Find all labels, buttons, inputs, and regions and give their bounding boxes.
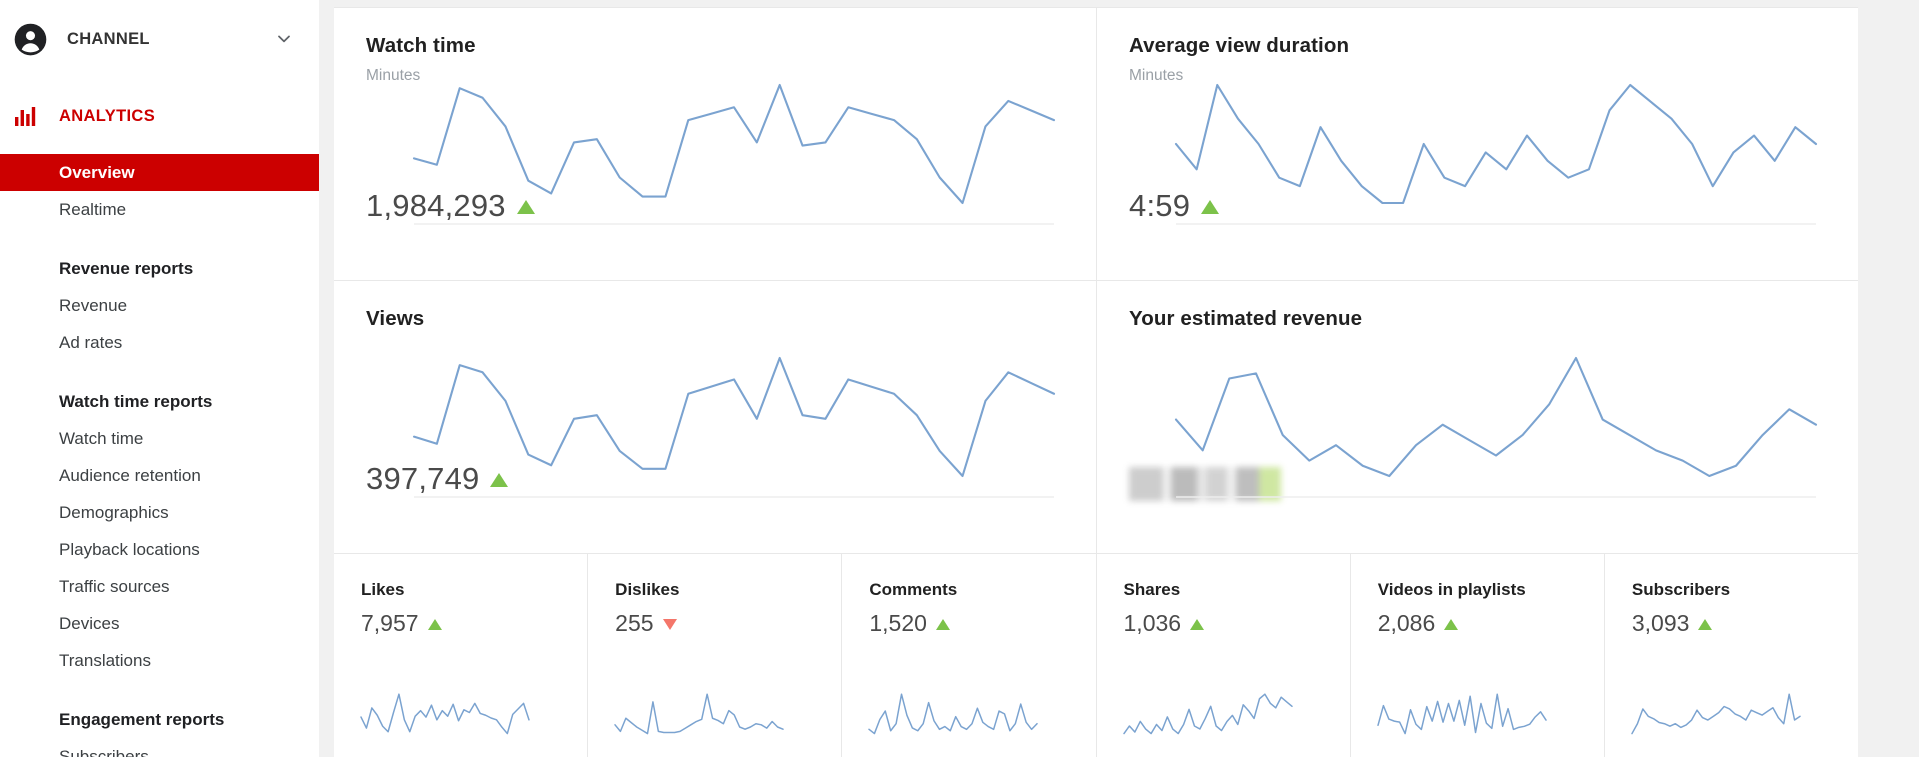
card-title: Shares bbox=[1123, 580, 1181, 599]
card-average-view-duration[interactable]: Average view duration Minutes 4:59 bbox=[1096, 8, 1858, 280]
card-shares[interactable]: Shares 1,036 bbox=[1095, 554, 1350, 757]
channel-selector[interactable]: CHANNEL bbox=[0, 0, 319, 78]
sidebar-item-playback-locations[interactable]: Playback locations bbox=[0, 531, 319, 568]
card-subscribers[interactable]: Subscribers 3,093 bbox=[1603, 554, 1858, 757]
nav-separator bbox=[0, 679, 319, 701]
card-title: Subscribers bbox=[1631, 580, 1731, 599]
card-estimated-revenue[interactable]: Your estimated revenue bbox=[1096, 281, 1858, 553]
sidebar-item-audience-retention[interactable]: Audience retention bbox=[0, 457, 319, 494]
bar-chart-icon bbox=[14, 103, 40, 129]
trend-up-icon bbox=[935, 618, 950, 630]
card-videos-in-playlists[interactable]: Videos in playlists 2,086 bbox=[1349, 554, 1604, 757]
card-value: 255 bbox=[615, 610, 654, 636]
card-dislikes[interactable]: Dislikes 255 bbox=[587, 554, 841, 757]
card-views[interactable]: Views 397,749 bbox=[334, 281, 1096, 553]
sidebar-item-demographics[interactable]: Demographics bbox=[0, 494, 319, 531]
card-title: Your estimated revenue bbox=[1129, 307, 1363, 330]
sparkline-shares bbox=[1124, 691, 1292, 739]
trend-up-icon bbox=[1444, 618, 1459, 630]
card-value: 1,036 bbox=[1123, 610, 1182, 636]
sidebar-item-watch-time-reports[interactable]: Watch time reports bbox=[0, 383, 319, 420]
card-title: Dislikes bbox=[615, 580, 680, 599]
sidebar-item-overview[interactable]: Overview bbox=[0, 154, 319, 191]
sparkline-estimated-revenue bbox=[1176, 349, 1816, 499]
card-title: Views bbox=[366, 307, 425, 330]
analytics-header[interactable]: ANALYTICS bbox=[0, 78, 319, 154]
card-title: Videos in playlists bbox=[1377, 580, 1526, 599]
sidebar-item-traffic-sources[interactable]: Traffic sources bbox=[0, 568, 319, 605]
card-watch-time[interactable]: Watch time Minutes 1,984,293 bbox=[334, 8, 1096, 280]
sidebar-item-devices[interactable]: Devices bbox=[0, 605, 319, 642]
nav-separator bbox=[0, 228, 319, 250]
trend-up-icon bbox=[1698, 618, 1713, 630]
sidebar-item-realtime[interactable]: Realtime bbox=[0, 191, 319, 228]
analytics-page: CHANNEL ANALYTICS Overview Realtime Revenu… bbox=[0, 0, 1919, 757]
card-likes[interactable]: Likes 7,957 bbox=[334, 554, 587, 757]
card-value-row: 2,086 bbox=[1378, 610, 1604, 636]
card-value: 7,957 bbox=[361, 610, 419, 636]
trend-up-icon bbox=[1190, 618, 1205, 630]
card-value: 1,520 bbox=[869, 610, 927, 636]
analytics-label: ANALYTICS bbox=[59, 106, 156, 125]
sidebar-nav: Overview Realtime Revenue reports Revenue Ad… bbox=[0, 154, 319, 757]
card-value: 3,093 bbox=[1631, 610, 1690, 636]
card-comments[interactable]: Comments 1,520 bbox=[841, 554, 1095, 757]
card-value-row: 1,036 bbox=[1124, 610, 1350, 636]
main-content: Watch time Minutes 1,984,293 Average vie… bbox=[319, 0, 1919, 757]
sidebar-item-revenue[interactable]: Revenue bbox=[0, 287, 319, 324]
sparkline-likes bbox=[361, 691, 529, 739]
card-value-row: 1,520 bbox=[869, 610, 1095, 636]
card-value: 2,086 bbox=[1377, 610, 1436, 636]
channel-name-label: CHANNEL bbox=[67, 29, 150, 48]
card-value-row: 3,093 bbox=[1632, 610, 1858, 636]
card-title: Average view duration bbox=[1129, 34, 1350, 57]
card-title: Comments bbox=[869, 580, 958, 599]
sparkline-subscribers bbox=[1632, 691, 1800, 739]
account-circle-icon bbox=[14, 23, 47, 56]
sidebar-item-subscribers[interactable]: Subscribers bbox=[0, 738, 319, 757]
trend-up-icon bbox=[427, 618, 442, 630]
secondary-metrics-row: Likes 7,957 Dislikes 255 Comments 1,520 Shares… bbox=[334, 554, 1858, 757]
sparkline-comments bbox=[869, 691, 1037, 739]
primary-row-top: Watch time Minutes 1,984,293 Average vie… bbox=[334, 8, 1858, 281]
sidebar-item-translations[interactable]: Translations bbox=[0, 642, 319, 679]
sidebar-item-watch-time[interactable]: Watch time bbox=[0, 420, 319, 457]
card-title: Likes bbox=[361, 580, 405, 599]
nav-separator bbox=[0, 361, 319, 383]
metrics-surface: Watch time Minutes 1,984,293 Average vie… bbox=[334, 7, 1858, 757]
sidebar-item-ad-rates[interactable]: Ad rates bbox=[0, 324, 319, 361]
sparkline-videos-in-playlists bbox=[1378, 691, 1546, 739]
chevron-down-icon[interactable] bbox=[273, 28, 295, 50]
trend-down-icon bbox=[662, 618, 677, 630]
sidebar: CHANNEL ANALYTICS Overview Realtime Revenu… bbox=[0, 0, 319, 757]
card-title: Watch time bbox=[366, 34, 476, 57]
primary-row-bottom: Views 397,749 Your estimated revenue bbox=[334, 281, 1858, 554]
sparkline-watch-time bbox=[414, 76, 1054, 226]
sidebar-item-engagement-reports[interactable]: Engagement reports bbox=[0, 701, 319, 738]
card-value-row: 7,957 bbox=[361, 610, 587, 636]
card-value-row: 255 bbox=[615, 610, 841, 636]
sparkline-views bbox=[414, 349, 1054, 499]
sidebar-item-revenue-reports[interactable]: Revenue reports bbox=[0, 250, 319, 287]
sparkline-dislikes bbox=[615, 691, 783, 739]
sparkline-average-view-duration bbox=[1176, 76, 1816, 226]
